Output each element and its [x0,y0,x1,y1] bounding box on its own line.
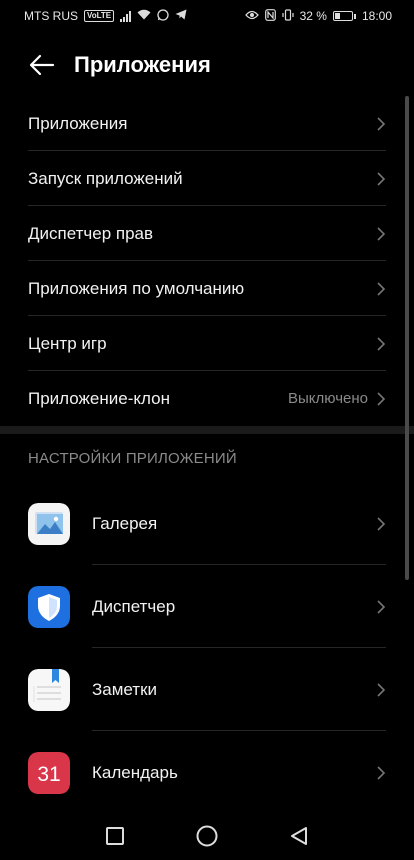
volte-icon: VoLTE [84,10,115,22]
home-button[interactable] [195,824,219,848]
chevron-right-icon [377,226,386,241]
menu-item-permissions[interactable]: Диспетчер прав [0,206,414,261]
app-item-calendar[interactable]: 31 Календарь [0,731,414,814]
status-bar: MTS RUS VoLTE 32 % 18:00 [0,0,414,32]
app-bar: Приложения [0,38,414,92]
app-item-label: Галерея [92,513,158,533]
menu-item-apps[interactable]: Приложения [0,96,414,151]
menu-item-game-center[interactable]: Центр игр [0,316,414,371]
arrow-left-icon [29,54,55,76]
menu-item-label: Запуск приложений [28,168,183,188]
vibrate-icon [282,8,294,24]
app-item-manager[interactable]: Диспетчер [0,565,414,648]
circle-icon [196,825,218,847]
status-left: MTS RUS VoLTE [24,8,187,24]
gallery-icon [28,502,70,545]
app-item-notes[interactable]: Заметки [0,648,414,731]
app-item-label: Диспетчер [92,596,176,616]
notes-icon [28,668,70,711]
app-item-label: Календарь [92,762,178,782]
battery-icon [332,11,356,21]
menu-item-default-apps[interactable]: Приложения по умолчанию [0,261,414,316]
signal-icon [120,10,132,22]
chevron-right-icon [377,391,386,406]
navigation-bar [0,812,414,860]
settings-list: Приложения Запуск приложений Диспетчер п… [0,96,414,426]
square-icon [106,827,124,845]
wifi-icon [137,9,151,23]
chevron-right-icon [377,765,386,780]
back-button[interactable] [12,38,72,92]
whatsapp-icon [157,8,169,24]
status-right: 32 % 18:00 [244,8,392,24]
carrier-name: MTS RUS [24,9,78,23]
calendar-icon: 31 [28,751,70,794]
menu-item-label: Приложения по умолчанию [28,278,245,298]
app-item-gallery[interactable]: Галерея [0,482,414,565]
menu-item-label: Диспетчер прав [28,223,154,243]
chevron-right-icon [377,599,386,614]
page-title: Приложения [74,52,211,77]
chevron-right-icon [377,336,386,351]
battery-percent: 32 % [299,9,327,23]
nfc-icon [264,8,276,24]
app-item-label: Заметки [92,679,158,699]
chevron-right-icon [377,281,386,296]
chevron-right-icon [377,116,386,131]
section-header: НАСТРОЙКИ ПРИЛОЖЕНИЙ [28,450,237,467]
menu-item-value: Выключено [288,390,368,407]
menu-item-label: Приложения [28,113,128,133]
menu-item-app-launch[interactable]: Запуск приложений [0,151,414,206]
back-nav-button[interactable] [287,824,311,848]
menu-item-app-twin[interactable]: Приложение-клон Выключено [0,371,414,426]
eye-icon [244,9,259,23]
clock: 18:00 [361,9,392,23]
app-settings-list: Галерея Диспетчер Заметки 31 Календарь [0,482,414,814]
telegram-icon [175,9,187,23]
section-divider [0,426,414,434]
menu-item-label: Центр игр [28,333,107,353]
chevron-right-icon [377,516,386,531]
calendar-day-text: 31 [37,763,60,786]
scrollbar[interactable] [405,96,409,580]
menu-item-label: Приложение-клон [28,388,170,408]
chevron-right-icon [377,682,386,697]
recents-button[interactable] [103,824,127,848]
shield-icon [28,585,70,628]
chevron-right-icon [377,171,386,186]
triangle-back-icon [291,827,307,845]
